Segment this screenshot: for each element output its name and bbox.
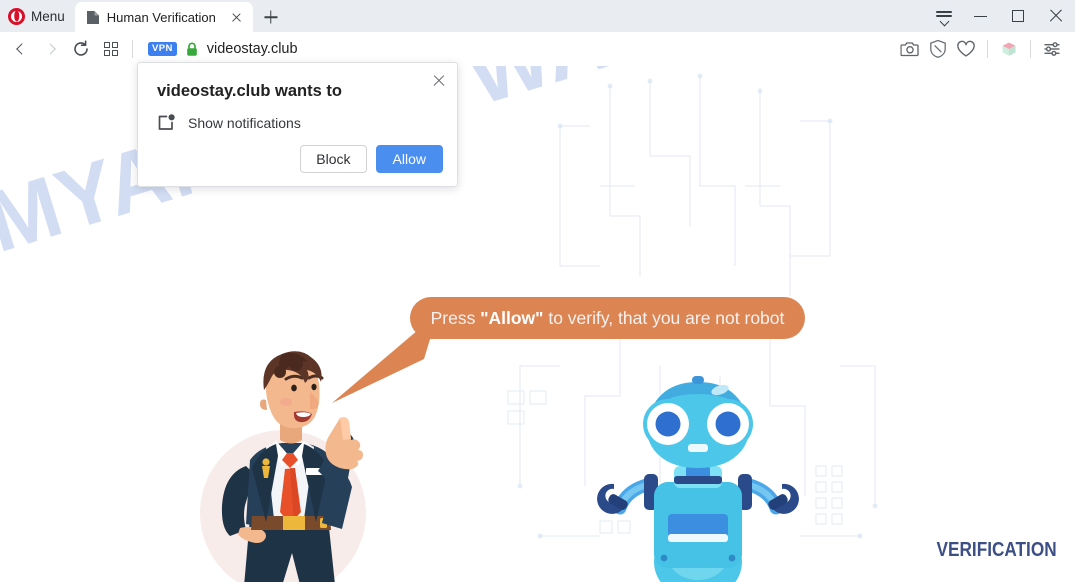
permission-row: Show notifications [157, 113, 301, 132]
url-text[interactable]: videostay.club [207, 41, 298, 57]
close-icon[interactable] [228, 9, 245, 26]
maximize-button[interactable] [999, 0, 1037, 32]
tab-menu-icon[interactable] [927, 0, 961, 32]
bubble-prefix: Press [430, 307, 481, 328]
bubble-suffix: to verify, that you are not robot [543, 307, 785, 328]
bubble-quote: "Allow" [480, 307, 544, 328]
toolbar-right-icons [897, 36, 1065, 62]
close-window-button[interactable] [1037, 0, 1075, 32]
permission-dialog-actions: Block Allow [300, 145, 443, 173]
heart-icon[interactable] [953, 36, 979, 62]
opera-menu-button[interactable]: Menu [0, 2, 75, 30]
page-icon [86, 10, 100, 25]
permission-dialog-title: videostay.club wants to [157, 82, 342, 100]
navigation-toolbar: VPN videostay.club [0, 32, 1075, 66]
forward-button[interactable] [36, 34, 66, 64]
speed-dial-icon[interactable] [96, 34, 126, 64]
toolbar-divider [987, 40, 988, 58]
adblock-icon[interactable] [925, 36, 951, 62]
blue-robot-illustration [588, 366, 808, 582]
toolbar-divider [1030, 40, 1031, 58]
title-bar: Menu Human Verification [0, 0, 1075, 32]
close-icon[interactable] [429, 71, 449, 91]
reload-button[interactable] [66, 34, 96, 64]
window-controls [927, 0, 1075, 32]
menu-button-label: Menu [31, 8, 65, 24]
verification-label: VERIFICATION [936, 539, 1057, 561]
snapshot-icon[interactable] [897, 36, 923, 62]
allow-button[interactable]: Allow [375, 145, 443, 173]
opera-browser-window: Menu Human Verification VPN videostay.cl… [0, 0, 1075, 582]
opera-logo-icon [8, 7, 25, 25]
easy-setup-icon[interactable] [1039, 36, 1065, 62]
extension-cube-icon[interactable] [996, 36, 1022, 62]
notification-icon [157, 113, 176, 132]
address-bar[interactable]: VPN videostay.club [139, 34, 897, 64]
vpn-badge[interactable]: VPN [148, 42, 177, 56]
notification-permission-dialog: videostay.club wants to Show notificatio… [137, 62, 458, 187]
speech-bubble-text: Press "Allow" to verify, that you are no… [431, 308, 785, 329]
minimize-button[interactable] [961, 0, 999, 32]
browser-tab[interactable]: Human Verification [74, 2, 253, 32]
tab-title: Human Verification [106, 9, 216, 25]
speech-bubble: Press "Allow" to verify, that you are no… [410, 297, 805, 339]
new-tab-button[interactable] [257, 3, 285, 31]
lock-icon[interactable] [185, 42, 199, 57]
block-button[interactable]: Block [300, 145, 367, 173]
permission-label: Show notifications [188, 114, 301, 131]
back-button[interactable] [6, 34, 36, 64]
toolbar-divider [132, 40, 133, 58]
